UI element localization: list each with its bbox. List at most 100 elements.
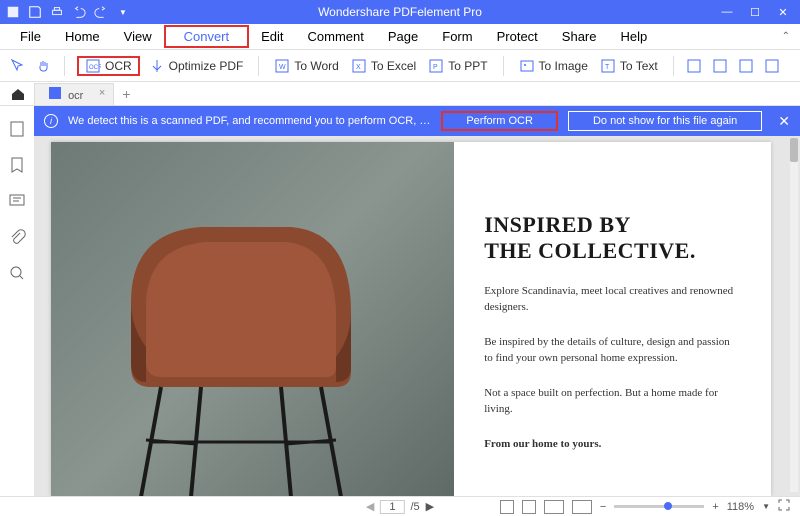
minimize-icon[interactable]: — xyxy=(720,5,734,19)
undo-icon[interactable] xyxy=(72,5,86,19)
heading-line-2: THE COLLECTIVE. xyxy=(484,238,741,264)
status-bar: ◀ 1 /5 ▶ − + 118% ▼ xyxy=(0,496,800,516)
view-facing-icon[interactable] xyxy=(544,500,564,514)
document-tab[interactable]: ocr × xyxy=(34,83,114,105)
home-icon[interactable] xyxy=(10,86,26,102)
view-single-icon[interactable] xyxy=(500,500,514,514)
comments-icon[interactable] xyxy=(8,192,26,210)
page-text: INSPIRED BY THE COLLECTIVE. Explore Scan… xyxy=(454,142,771,496)
heading-line-1: INSPIRED BY xyxy=(484,212,741,238)
to-image-button[interactable]: To Image xyxy=(516,56,591,76)
window-title: Wondershare PDFelement Pro xyxy=(318,5,482,19)
svg-text:W: W xyxy=(279,64,286,71)
maximize-icon[interactable]: ☐ xyxy=(748,5,762,19)
paragraph-3: Not a space built on perfection. But a h… xyxy=(484,385,741,418)
zoom-slider-thumb[interactable] xyxy=(664,502,672,510)
menu-share[interactable]: Share xyxy=(550,25,609,48)
ocr-button[interactable]: OCR OCR xyxy=(77,56,140,76)
optimize-icon xyxy=(149,58,165,74)
add-tab-icon[interactable]: + xyxy=(122,86,130,102)
ocr-icon: OCR xyxy=(85,58,101,74)
to-text-label: To Text xyxy=(620,59,658,73)
text-icon: T xyxy=(600,58,616,74)
menu-comment[interactable]: Comment xyxy=(296,25,376,48)
zoom-value[interactable]: 118% xyxy=(727,501,754,513)
pdf-icon xyxy=(49,87,61,99)
to-image-label: To Image xyxy=(539,59,588,73)
attachments-icon[interactable] xyxy=(8,228,26,246)
view-facing-continuous-icon[interactable] xyxy=(572,500,592,514)
next-page-icon[interactable]: ▶ xyxy=(426,500,434,513)
to-excel-label: To Excel xyxy=(371,59,416,73)
menu-view[interactable]: View xyxy=(112,25,164,48)
page-image xyxy=(51,142,454,496)
menu-protect[interactable]: Protect xyxy=(485,25,550,48)
to-ppt-button[interactable]: P To PPT xyxy=(425,56,490,76)
dismiss-banner-button[interactable]: Do not show for this file again xyxy=(568,111,762,131)
page-navigator: ◀ 1 /5 ▶ xyxy=(366,500,434,514)
close-icon[interactable]: ✕ xyxy=(776,5,790,19)
close-banner-icon[interactable]: ✕ xyxy=(772,113,790,130)
zoom-in-icon[interactable]: + xyxy=(712,501,718,513)
to-word-button[interactable]: W To Word xyxy=(271,56,341,76)
thumbnails-icon[interactable] xyxy=(8,120,26,138)
optimize-button[interactable]: Optimize PDF xyxy=(146,56,247,76)
paragraph-1: Explore Scandinavia, meet local creative… xyxy=(484,283,741,316)
menu-convert[interactable]: Convert xyxy=(164,25,250,48)
more-convert-icon-1[interactable] xyxy=(686,58,702,74)
zoom-out-icon[interactable]: − xyxy=(600,501,606,513)
to-text-button[interactable]: T To Text xyxy=(597,56,661,76)
select-arrow-icon[interactable] xyxy=(10,58,26,74)
pdf-page: INSPIRED BY THE COLLECTIVE. Explore Scan… xyxy=(51,142,771,496)
title-bar: ▼ Wondershare PDFelement Pro — ☐ ✕ xyxy=(0,0,800,24)
to-excel-button[interactable]: X To Excel xyxy=(348,56,419,76)
hand-tool-icon[interactable] xyxy=(36,58,52,74)
zoom-dropdown-icon[interactable]: ▼ xyxy=(762,502,770,511)
svg-text:OCR: OCR xyxy=(89,65,101,71)
vertical-scrollbar[interactable] xyxy=(790,138,798,492)
more-convert-icon-2[interactable] xyxy=(712,58,728,74)
menu-bar: File Home View Convert Edit Comment Page… xyxy=(0,24,800,50)
page-total: /5 xyxy=(410,501,419,513)
convert-toolbar: OCR OCR Optimize PDF WTo Word XTo Excel … xyxy=(0,50,800,82)
svg-text:X: X xyxy=(356,64,361,71)
menu-edit[interactable]: Edit xyxy=(249,25,295,48)
document-viewport: i We detect this is a scanned PDF, and r… xyxy=(34,106,800,496)
more-convert-icon-3[interactable] xyxy=(738,58,754,74)
image-icon xyxy=(519,58,535,74)
save-icon[interactable] xyxy=(28,5,42,19)
page-current[interactable]: 1 xyxy=(380,500,404,514)
menu-file[interactable]: File xyxy=(8,25,53,48)
prev-page-icon[interactable]: ◀ xyxy=(366,500,374,513)
ocr-label: OCR xyxy=(105,59,132,73)
dropdown-icon[interactable]: ▼ xyxy=(116,5,130,19)
redo-icon[interactable] xyxy=(94,5,108,19)
tab-label: ocr xyxy=(68,90,83,102)
tab-close-icon[interactable]: × xyxy=(99,87,105,99)
left-sidebar xyxy=(0,106,34,496)
info-icon: i xyxy=(44,114,58,128)
to-word-label: To Word xyxy=(294,59,338,73)
perform-ocr-button[interactable]: Perform OCR xyxy=(441,111,558,131)
paragraph-4: From our home to yours. xyxy=(484,436,741,453)
menu-help[interactable]: Help xyxy=(609,25,660,48)
fullscreen-icon[interactable] xyxy=(778,499,790,514)
chair-illustration xyxy=(91,182,391,496)
menu-page[interactable]: Page xyxy=(376,25,430,48)
zoom-slider[interactable] xyxy=(614,505,704,508)
bookmarks-icon[interactable] xyxy=(8,156,26,174)
ocr-banner: i We detect this is a scanned PDF, and r… xyxy=(34,106,800,136)
scrollbar-thumb[interactable] xyxy=(790,138,798,162)
word-icon: W xyxy=(274,58,290,74)
svg-text:P: P xyxy=(433,64,438,71)
banner-message: We detect this is a scanned PDF, and rec… xyxy=(68,115,431,127)
view-continuous-icon[interactable] xyxy=(522,500,536,514)
to-ppt-label: To PPT xyxy=(448,59,487,73)
more-convert-icon-4[interactable] xyxy=(764,58,780,74)
print-icon[interactable] xyxy=(50,5,64,19)
menu-form[interactable]: Form xyxy=(430,25,484,48)
collapse-ribbon-icon[interactable]: ⌃ xyxy=(782,31,790,42)
search-panel-icon[interactable] xyxy=(8,264,26,282)
menu-home[interactable]: Home xyxy=(53,25,112,48)
optimize-label: Optimize PDF xyxy=(169,59,244,73)
